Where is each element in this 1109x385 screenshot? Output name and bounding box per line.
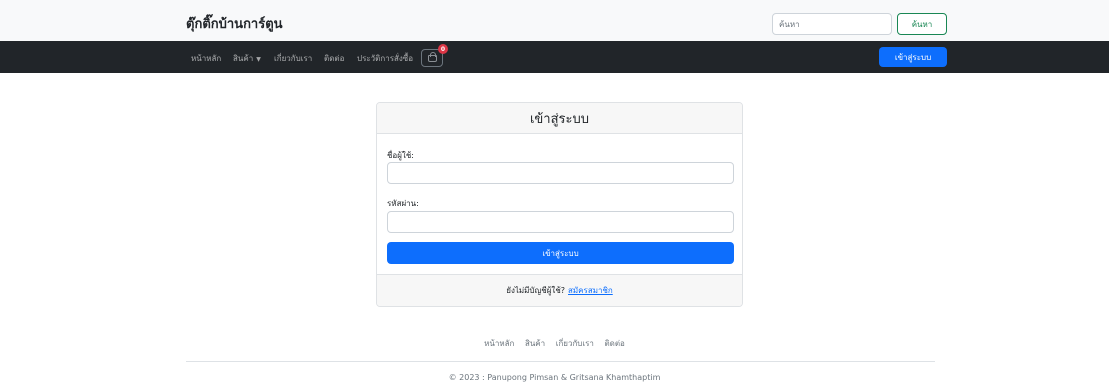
signup-link[interactable]: สมัครสมาชิก: [568, 284, 613, 297]
login-card: เข้าสู่ระบบ ชื่อผู้ใช้: รหัสผ่าน: เข้าสู…: [376, 102, 743, 307]
no-account-text: ยังไม่มีบัญชีผู้ใช้?: [506, 286, 566, 295]
nav-item-products-label: สินค้า: [233, 54, 254, 63]
nav-item-products[interactable]: สินค้า ▼: [233, 52, 261, 65]
shopping-bag-icon: [427, 51, 437, 62]
username-label: ชื่อผู้ใช้:: [387, 151, 414, 160]
nav-item-contact[interactable]: ติดต่อ: [324, 52, 344, 65]
footer-nav: หน้าหลัก สินค้า เกี่ยวกับเรา ติดต่อ: [0, 337, 1109, 350]
brand-title[interactable]: ตุ๊กติ๊กบ้านการ์ตูน: [186, 13, 283, 34]
login-submit-button[interactable]: เข้าสู่ระบบ: [387, 242, 734, 264]
search-input[interactable]: [772, 13, 892, 35]
footer-divider: [186, 361, 935, 362]
nav-item-home[interactable]: หน้าหลัก: [191, 52, 221, 65]
footer-link-about[interactable]: เกี่ยวกับเรา: [556, 339, 594, 348]
login-card-title: เข้าสู่ระบบ: [377, 103, 742, 134]
nav-item-about[interactable]: เกี่ยวกับเรา: [274, 52, 312, 65]
password-field[interactable]: [387, 211, 734, 233]
main-navbar: หน้าหลัก สินค้า ▼ เกี่ยวกับเรา ติดต่อ ประ…: [0, 41, 1109, 73]
login-nav-button[interactable]: เข้าสู่ระบบ: [879, 47, 947, 67]
footer-link-contact[interactable]: ติดต่อ: [604, 339, 624, 348]
nav-item-order-history[interactable]: ประวัติการสั่งซื้อ: [357, 52, 413, 65]
login-form: ชื่อผู้ใช้: รหัสผ่าน: เข้าสู่ระบบ: [377, 134, 742, 275]
cart-count-badge: 0: [438, 44, 448, 54]
chevron-down-icon: ▼: [256, 56, 261, 63]
username-field[interactable]: [387, 162, 734, 184]
copyright-text: © 2023 : Panupong Pimsan & Gritsana Kham…: [448, 373, 661, 382]
login-card-footer: ยังไม่มีบัญชีผู้ใช้? สมัครสมาชิก: [377, 274, 742, 306]
password-label: รหัสผ่าน:: [387, 199, 419, 208]
footer-link-products[interactable]: สินค้า: [525, 339, 545, 348]
top-header: ตุ๊กติ๊กบ้านการ์ตูน ค้นหา: [0, 0, 1109, 41]
footer-link-home[interactable]: หน้าหลัก: [484, 339, 514, 348]
search-button[interactable]: ค้นหา: [897, 13, 947, 35]
